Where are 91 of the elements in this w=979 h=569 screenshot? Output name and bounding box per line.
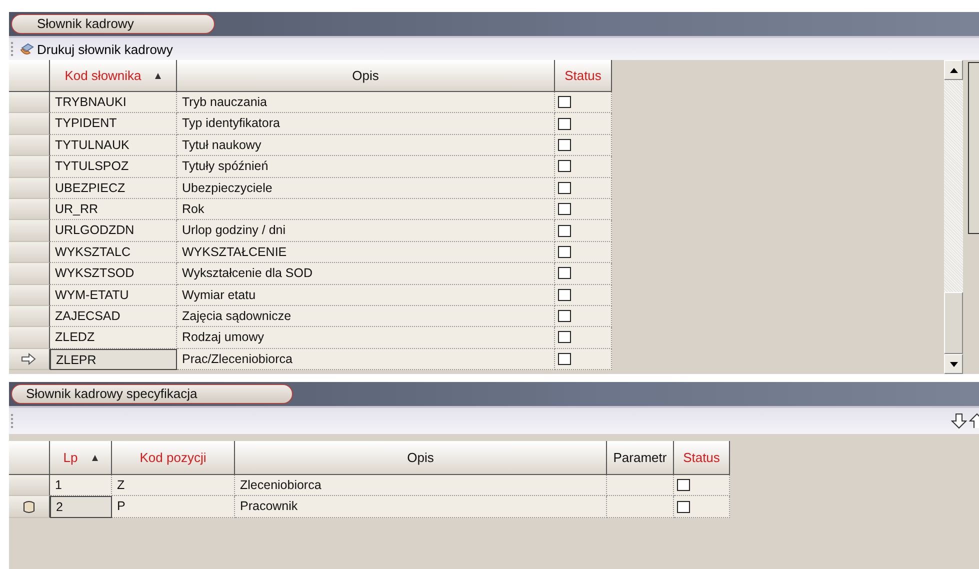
status-checkbox[interactable] [677, 500, 690, 513]
arrow-up-icon[interactable] [969, 413, 979, 429]
row-indicator[interactable] [9, 156, 50, 178]
table-cell: ZLEDZ [50, 327, 177, 349]
table-cell: P [112, 496, 235, 518]
table-cell: TYTULNAUK [50, 134, 177, 156]
row-indicator[interactable] [9, 475, 50, 496]
table-cell: Tryb nauczania [177, 92, 555, 114]
down-triangle-icon [950, 362, 958, 366]
status-checkbox[interactable] [558, 203, 571, 216]
status-checkbox[interactable] [558, 310, 571, 322]
row-indicator[interactable] [9, 327, 50, 349]
status-checkbox[interactable] [558, 160, 571, 172]
up-triangle-icon [950, 68, 958, 72]
table-cell: TYPIDENT [50, 113, 177, 135]
table-cell: Urlop godziny / dni [177, 220, 555, 242]
printer-icon [19, 41, 35, 57]
column-header[interactable]: Opis [235, 441, 607, 475]
panel-title-tab[interactable]: Słownik kadrowy [11, 14, 215, 34]
table-cell: Rok [177, 198, 555, 220]
table-cell: Wymiar etatu [177, 284, 555, 306]
table-cell: ZLEPR [50, 348, 177, 370]
arrow-icon [21, 352, 37, 365]
row-header-corner [9, 441, 50, 475]
row-indicator[interactable] [9, 113, 50, 135]
status-checkbox[interactable] [558, 352, 571, 365]
toolbar-grip[interactable] [11, 414, 15, 428]
side-tab[interactable] [968, 62, 979, 234]
table-cell: Zleceniobiorca [235, 475, 607, 496]
table-cell: Rodzaj umowy [177, 327, 555, 349]
table-cell: TRYBNAUKI [50, 92, 177, 114]
status-checkbox[interactable] [558, 96, 571, 108]
table-cell: Z [112, 475, 235, 496]
column-header[interactable]: Status [555, 60, 612, 92]
row-header-corner [9, 60, 50, 92]
row-indicator[interactable] [9, 198, 50, 220]
sort-ascending-icon [155, 72, 162, 78]
table-cell: 1 [50, 475, 112, 496]
row-indicator[interactable] [9, 92, 50, 114]
table-cell: WYKSZTALC [50, 242, 177, 264]
column-header[interactable]: Lp [50, 441, 112, 475]
status-checkbox[interactable] [558, 288, 571, 301]
status-checkbox[interactable] [558, 182, 571, 194]
table-cell: ZAJECSAD [50, 306, 177, 328]
table-cell: Wykształcenie dla SOD [177, 263, 555, 285]
column-header[interactable]: Kod pozycji [112, 441, 235, 475]
status-checkbox[interactable] [558, 138, 571, 151]
column-header[interactable]: Kod słownika [50, 60, 177, 92]
status-checkbox[interactable] [677, 479, 690, 492]
status-checkbox[interactable] [558, 331, 571, 344]
row-indicator[interactable] [9, 242, 50, 264]
arrow-down-icon[interactable] [951, 413, 967, 429]
panel-title-tab[interactable]: Słownik kadrowy specyfikacja [11, 384, 293, 404]
column-header[interactable]: Opis [177, 60, 555, 92]
status-checkbox[interactable] [558, 118, 571, 130]
column-header[interactable]: Parametr [607, 441, 674, 475]
table-cell: TYTULSPOZ [50, 156, 177, 178]
row-indicator[interactable] [9, 134, 50, 156]
table-cell: URLGODZDN [50, 220, 177, 242]
status-checkbox[interactable] [558, 267, 571, 280]
scroll-thumb[interactable] [944, 292, 963, 354]
table-cell: Typ identyfikatora [177, 113, 555, 135]
row-indicator[interactable] [9, 496, 50, 518]
table-cell: WYM-ETATU [50, 284, 177, 306]
print-button[interactable]: Drukuj słownik kadrowy [19, 41, 173, 57]
table-cell: WYKSZTSOD [50, 263, 177, 285]
scroll-up-button[interactable] [944, 60, 963, 80]
status-checkbox[interactable] [558, 224, 571, 237]
table-cell: UR_RR [50, 198, 177, 220]
row-indicator[interactable] [9, 263, 50, 285]
table-cell: 2 [50, 496, 112, 518]
scrollbar[interactable] [944, 60, 963, 374]
row-indicator[interactable] [9, 220, 50, 242]
column-header[interactable]: Status [674, 441, 730, 475]
row-indicator[interactable] [9, 178, 50, 199]
row-indicator[interactable] [9, 348, 50, 370]
toolbar-grip[interactable] [11, 42, 15, 56]
sort-ascending-icon [92, 454, 98, 460]
table-cell: Tytuł naukowy [177, 134, 555, 156]
row-indicator[interactable] [9, 306, 50, 328]
table-cell: Tytuły spóźnień [177, 156, 555, 178]
row-indicator[interactable] [9, 284, 50, 306]
table-cell: UBEZPIECZ [50, 178, 177, 199]
status-checkbox[interactable] [558, 246, 571, 258]
table-cell: Prac/Zleceniobiorca [177, 348, 555, 370]
table-cell: WYKSZTAŁCENIE [177, 242, 555, 264]
cylinder-icon [23, 500, 35, 514]
table-cell: Zajęcia sądownicze [177, 306, 555, 328]
scroll-down-button[interactable] [944, 354, 963, 374]
table-cell: Pracownik [235, 496, 607, 518]
table-cell: Ubezpieczyciele [177, 178, 555, 199]
